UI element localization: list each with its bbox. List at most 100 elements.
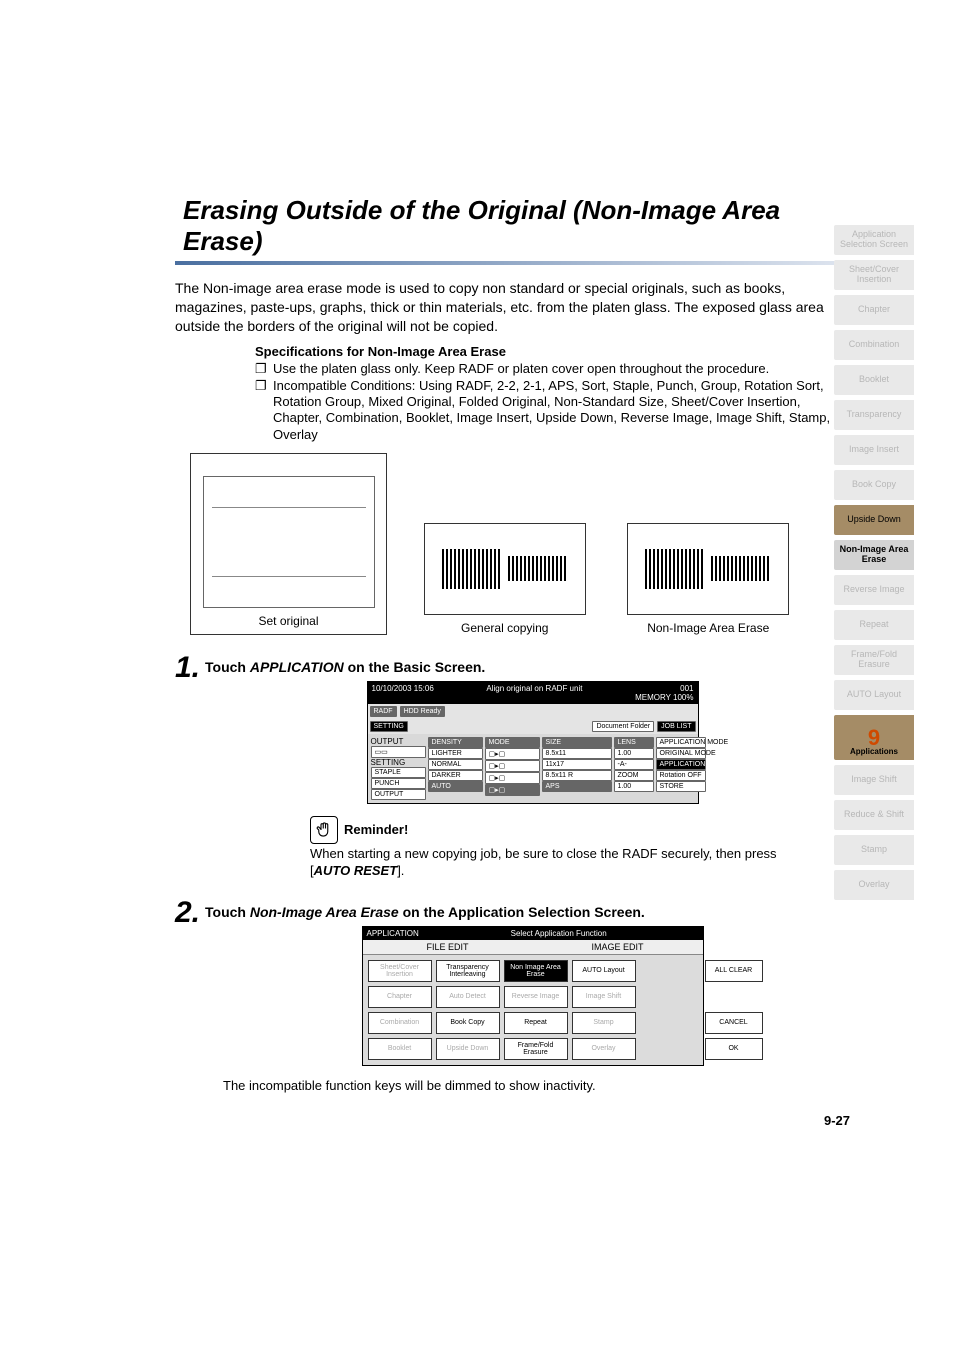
- intro-paragraph: The Non-image area erase mode is used to…: [175, 279, 860, 336]
- barcode-icon: [645, 549, 705, 589]
- step-1-text: Touch APPLICATION on the Basic Screen.: [205, 659, 860, 675]
- auto-layout-button[interactable]: AUTO Layout: [572, 960, 636, 982]
- sidebar-tab-12[interactable]: Frame/Fold Erasure: [834, 645, 914, 675]
- screen-counter: 001: [680, 684, 693, 693]
- basic-screen-mock: 10/10/2003 15:06 Align original on RADF …: [367, 681, 699, 804]
- mode-2-button[interactable]: ▢▸▢: [485, 760, 540, 772]
- setting-tab[interactable]: SETTING: [370, 721, 408, 732]
- screen-time: 10/10/2003 15:06: [372, 684, 434, 702]
- chapter-button[interactable]: Chapter: [368, 986, 432, 1008]
- orig-mode-button[interactable]: ORIGINAL MODE: [656, 748, 706, 759]
- aps-button[interactable]: APS: [542, 781, 612, 792]
- normal-button[interactable]: NORMAL: [428, 759, 483, 770]
- sidebar-tab-after-0[interactable]: Image Shift: [834, 765, 914, 795]
- sidebar-tab-after-3[interactable]: Overlay: [834, 870, 914, 900]
- mode-4-button[interactable]: ▢▸▢: [485, 784, 540, 796]
- hdd-chip[interactable]: HDD Ready: [400, 706, 445, 717]
- sidebar-tab-3[interactable]: Combination: [834, 330, 914, 360]
- sidebar-tab-2[interactable]: Chapter: [834, 295, 914, 325]
- step-1-pre: Touch: [205, 659, 250, 675]
- title-underline: [175, 261, 855, 265]
- job-list-button[interactable]: JOB LIST: [657, 721, 695, 732]
- sidebar-tab-5[interactable]: Transparency: [834, 400, 914, 430]
- sidebar-tab-6[interactable]: Image Insert: [834, 435, 914, 465]
- application-screen-mock: APPLICATION Select Application Function …: [362, 926, 704, 1066]
- step-2-number: 2.: [175, 898, 205, 1128]
- mode-1-button[interactable]: ▢▸▢: [485, 748, 540, 760]
- specs-heading: Specifications for Non-Image Area Erase: [255, 344, 845, 359]
- combination-button[interactable]: Combination: [368, 1012, 432, 1034]
- reminder-text-c: ].: [397, 863, 404, 878]
- size-1[interactable]: 8.5x11: [542, 748, 612, 759]
- mode-header: MODE: [485, 737, 540, 748]
- size-3[interactable]: 8.5x11 R: [542, 770, 612, 781]
- booklet-button[interactable]: Booklet: [368, 1038, 432, 1060]
- auto-detect-button[interactable]: Auto Detect: [436, 986, 500, 1008]
- sidebar-tab-11[interactable]: Repeat: [834, 610, 914, 640]
- non-image-erase-label: Non-Image Area Erase: [647, 621, 769, 635]
- sidebar-tab-9[interactable]: Non-Image Area Erase: [834, 540, 914, 570]
- store-button[interactable]: STORE: [656, 781, 706, 792]
- auto-button[interactable]: AUTO: [428, 781, 483, 792]
- image-edit-header: IMAGE EDIT: [533, 940, 703, 954]
- general-copying-col: General copying: [410, 523, 600, 635]
- mode-3-button[interactable]: ▢▸▢: [485, 772, 540, 784]
- punch-button[interactable]: PUNCH: [371, 778, 426, 789]
- sheet-cover-button[interactable]: Sheet/Cover Insertion: [368, 960, 432, 982]
- sidebar-tab-after-2[interactable]: Stamp: [834, 835, 914, 865]
- lighter-button[interactable]: LIGHTER: [428, 748, 483, 759]
- image-shift-button[interactable]: Image Shift: [572, 986, 636, 1008]
- reminder-hand-icon: [310, 816, 338, 844]
- bullet-2: ❐ Incompatible Conditions: Using RADF, 2…: [255, 378, 845, 443]
- step-1-bold: APPLICATION: [250, 659, 344, 675]
- lens-dash[interactable]: -A-: [614, 759, 654, 770]
- sidebar-tab-after-1[interactable]: Reduce & Shift: [834, 800, 914, 830]
- size-2[interactable]: 11x17: [542, 759, 612, 770]
- sidebar-tabs: Application Selection Screen Sheet/Cover …: [834, 225, 914, 900]
- step-2: 2. Touch Non-Image Area Erase on the App…: [175, 898, 860, 1128]
- sidebar-tab-1[interactable]: Sheet/Cover Insertion: [834, 260, 914, 290]
- upside-down-button[interactable]: Upside Down: [436, 1038, 500, 1060]
- sidebar-tab-8[interactable]: Upside Down: [834, 505, 914, 535]
- book-copy-button[interactable]: Book Copy: [436, 1012, 500, 1034]
- non-image-area-erase-button[interactable]: Non Image Area Erase: [504, 960, 568, 982]
- doc-folder-button[interactable]: Document Folder: [592, 721, 654, 732]
- zoom-button[interactable]: ZOOM: [614, 770, 654, 781]
- stamp-button[interactable]: Stamp: [572, 1012, 636, 1034]
- sidebar-tab-10[interactable]: Reverse Image: [834, 575, 914, 605]
- reminder-block: Reminder When starting a new copying job…: [310, 816, 810, 880]
- repeat-button[interactable]: Repeat: [504, 1012, 568, 1034]
- application-button[interactable]: APPLICATION: [656, 759, 706, 770]
- cancel-button[interactable]: CANCEL: [705, 1012, 763, 1034]
- overlay-button[interactable]: Overlay: [572, 1038, 636, 1060]
- barcode-icon: [442, 549, 502, 589]
- diagrams-row: Set original General copying: [190, 453, 810, 635]
- scanner-diagram: Set original: [190, 453, 387, 635]
- bullet-2-text: Incompatible Conditions: Using RADF, 2-2…: [273, 378, 845, 443]
- sidebar-tab-4[interactable]: Booklet: [834, 365, 914, 395]
- bullet-1: ❐ Use the platen glass only. Keep RADF o…: [255, 361, 845, 377]
- staple-button[interactable]: STAPLE: [371, 767, 426, 778]
- rotation-off-button[interactable]: Rotation OFF: [656, 770, 706, 781]
- reverse-image-button[interactable]: Reverse Image: [504, 986, 568, 1008]
- sidebar-tab-13[interactable]: AUTO Layout: [834, 680, 914, 710]
- screen-msg: Align original on RADF unit: [486, 684, 582, 702]
- density-header: DENSITY: [428, 737, 483, 748]
- transparency-button[interactable]: Transparency Interleaving: [436, 960, 500, 982]
- sidebar-tab-7[interactable]: Book Copy: [834, 470, 914, 500]
- sidebar-tab-0[interactable]: Application Selection Screen: [834, 225, 914, 255]
- step-2-post: on the Application Selection Screen.: [399, 904, 645, 920]
- general-copying-output: [424, 523, 586, 615]
- frame-fold-button[interactable]: Frame/Fold Erasure: [504, 1038, 568, 1060]
- chapter-number: 9: [868, 728, 880, 748]
- output-button[interactable]: OUTPUT: [371, 789, 426, 800]
- specs-block: Specifications for Non-Image Area Erase …: [255, 344, 845, 443]
- darker-button[interactable]: DARKER: [428, 770, 483, 781]
- ok-button[interactable]: OK: [705, 1038, 763, 1060]
- general-copying-label: General copying: [461, 621, 548, 635]
- scanner-drawing: [203, 476, 375, 608]
- sidebar-chapter-tab[interactable]: 9Applications: [834, 715, 914, 760]
- output-icon-button[interactable]: ▭▭: [371, 746, 426, 758]
- radf-chip[interactable]: RADF: [370, 706, 397, 717]
- all-clear-button[interactable]: ALL CLEAR: [705, 960, 763, 982]
